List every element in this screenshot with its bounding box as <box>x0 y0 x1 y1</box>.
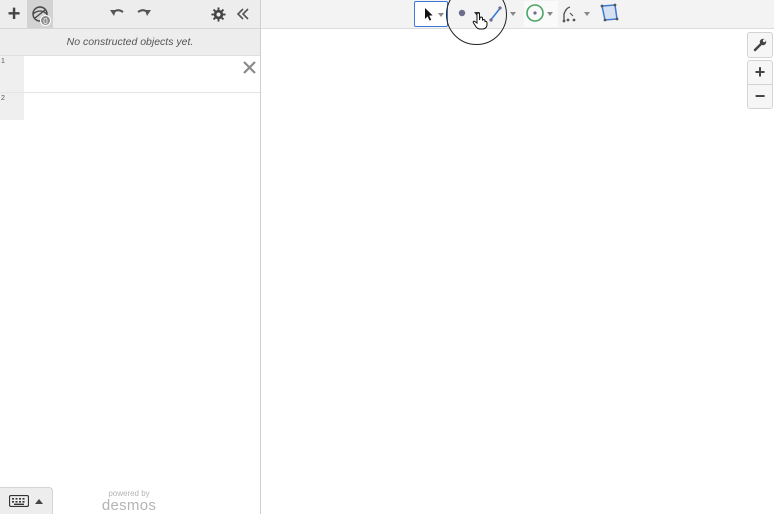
keypad-toggle-button[interactable] <box>0 487 53 514</box>
delete-expression-button[interactable] <box>243 58 256 78</box>
circle-icon <box>526 4 553 22</box>
arrow-cursor-icon <box>425 8 444 21</box>
expression-tab[interactable]: 1 <box>0 56 24 92</box>
expression-row[interactable]: 1 <box>0 56 260 93</box>
redo-icon <box>137 9 151 16</box>
zoom-in-button[interactable]: + <box>747 60 773 85</box>
keyboard-icon <box>9 495 29 507</box>
construction-toolbar <box>261 0 774 29</box>
select-tool-button[interactable] <box>414 1 448 27</box>
geometry-canvas[interactable] <box>261 30 774 514</box>
custom-tools-button[interactable]: 0 <box>27 0 53 28</box>
expression-row[interactable]: 2 <box>0 93 260 120</box>
redo-button[interactable] <box>134 0 154 28</box>
line-segment-icon <box>489 6 516 22</box>
expression-tab[interactable]: 2 <box>0 93 24 120</box>
circle-tool-button[interactable] <box>524 1 558 27</box>
geometry-app: + 0 No constructed objects yet. 1 2 powe… <box>0 0 774 514</box>
expression-panel: + 0 No constructed objects yet. 1 2 powe… <box>0 0 261 514</box>
add-item-button[interactable]: + <box>2 0 26 28</box>
expression-number: 1 <box>1 58 5 65</box>
gear-icon <box>210 6 226 22</box>
polygon-tool-button[interactable] <box>597 1 622 27</box>
expression-number: 2 <box>1 95 5 102</box>
transform-tool-button[interactable] <box>560 1 594 27</box>
undo-button[interactable] <box>107 0 127 28</box>
empty-objects-message: No constructed objects yet. <box>0 29 260 56</box>
wrench-icon <box>753 38 767 52</box>
graph-settings-button[interactable] <box>747 32 773 58</box>
caret-up-icon <box>35 499 43 504</box>
tools-count-badge: 0 <box>40 15 51 26</box>
zoom-out-button[interactable]: − <box>747 84 773 109</box>
transform-icon <box>562 6 590 23</box>
line-tool-button[interactable] <box>487 1 519 27</box>
hand-pointer-icon <box>472 12 488 30</box>
expression-toolbar: + 0 <box>0 0 260 29</box>
settings-button[interactable] <box>208 0 228 28</box>
desmos-logo-text: desmos <box>101 497 157 514</box>
polygon-icon <box>600 3 619 22</box>
undo-icon <box>110 9 124 16</box>
close-icon <box>243 61 256 74</box>
collapse-panel-button[interactable] <box>233 0 253 28</box>
powered-by-desmos[interactable]: powered by desmos <box>98 489 160 513</box>
double-chevron-left-icon <box>236 8 249 20</box>
